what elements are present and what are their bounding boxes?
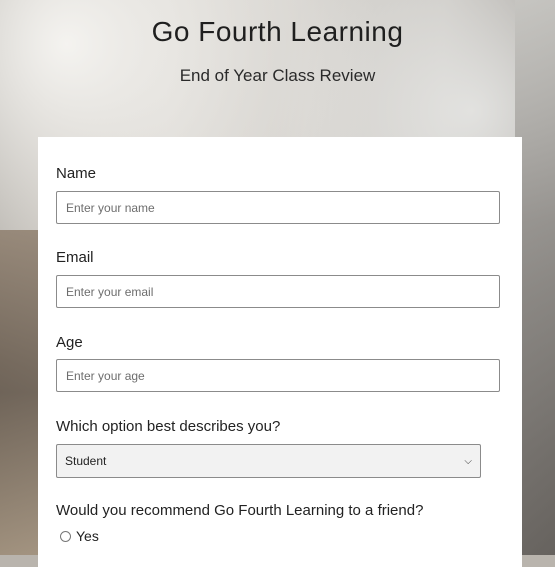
- role-select[interactable]: Student ⌵: [56, 444, 481, 478]
- chevron-down-icon: ⌵: [464, 455, 472, 467]
- page-header: Go Fourth Learning End of Year Class Rev…: [0, 0, 555, 86]
- background-shelf: [0, 230, 40, 555]
- recommend-option-yes[interactable]: Yes: [60, 528, 99, 544]
- recommend-option-label: Yes: [76, 528, 99, 544]
- role-select-value: Student: [65, 454, 107, 468]
- age-label: Age: [56, 334, 83, 351]
- email-input[interactable]: [56, 275, 500, 308]
- age-input[interactable]: [56, 359, 500, 392]
- recommend-label: Would you recommend Go Fourth Learning t…: [56, 502, 424, 519]
- email-label: Email: [56, 249, 94, 266]
- name-input[interactable]: [56, 191, 500, 224]
- page-subtitle: End of Year Class Review: [179, 66, 376, 85]
- radio-button[interactable]: [60, 530, 71, 542]
- survey-form: Name Email Age Which option best describ…: [38, 137, 522, 567]
- name-label: Name: [56, 165, 97, 182]
- role-label: Which option best describes you?: [56, 418, 281, 435]
- page-title: Go Fourth Learning: [151, 16, 404, 47]
